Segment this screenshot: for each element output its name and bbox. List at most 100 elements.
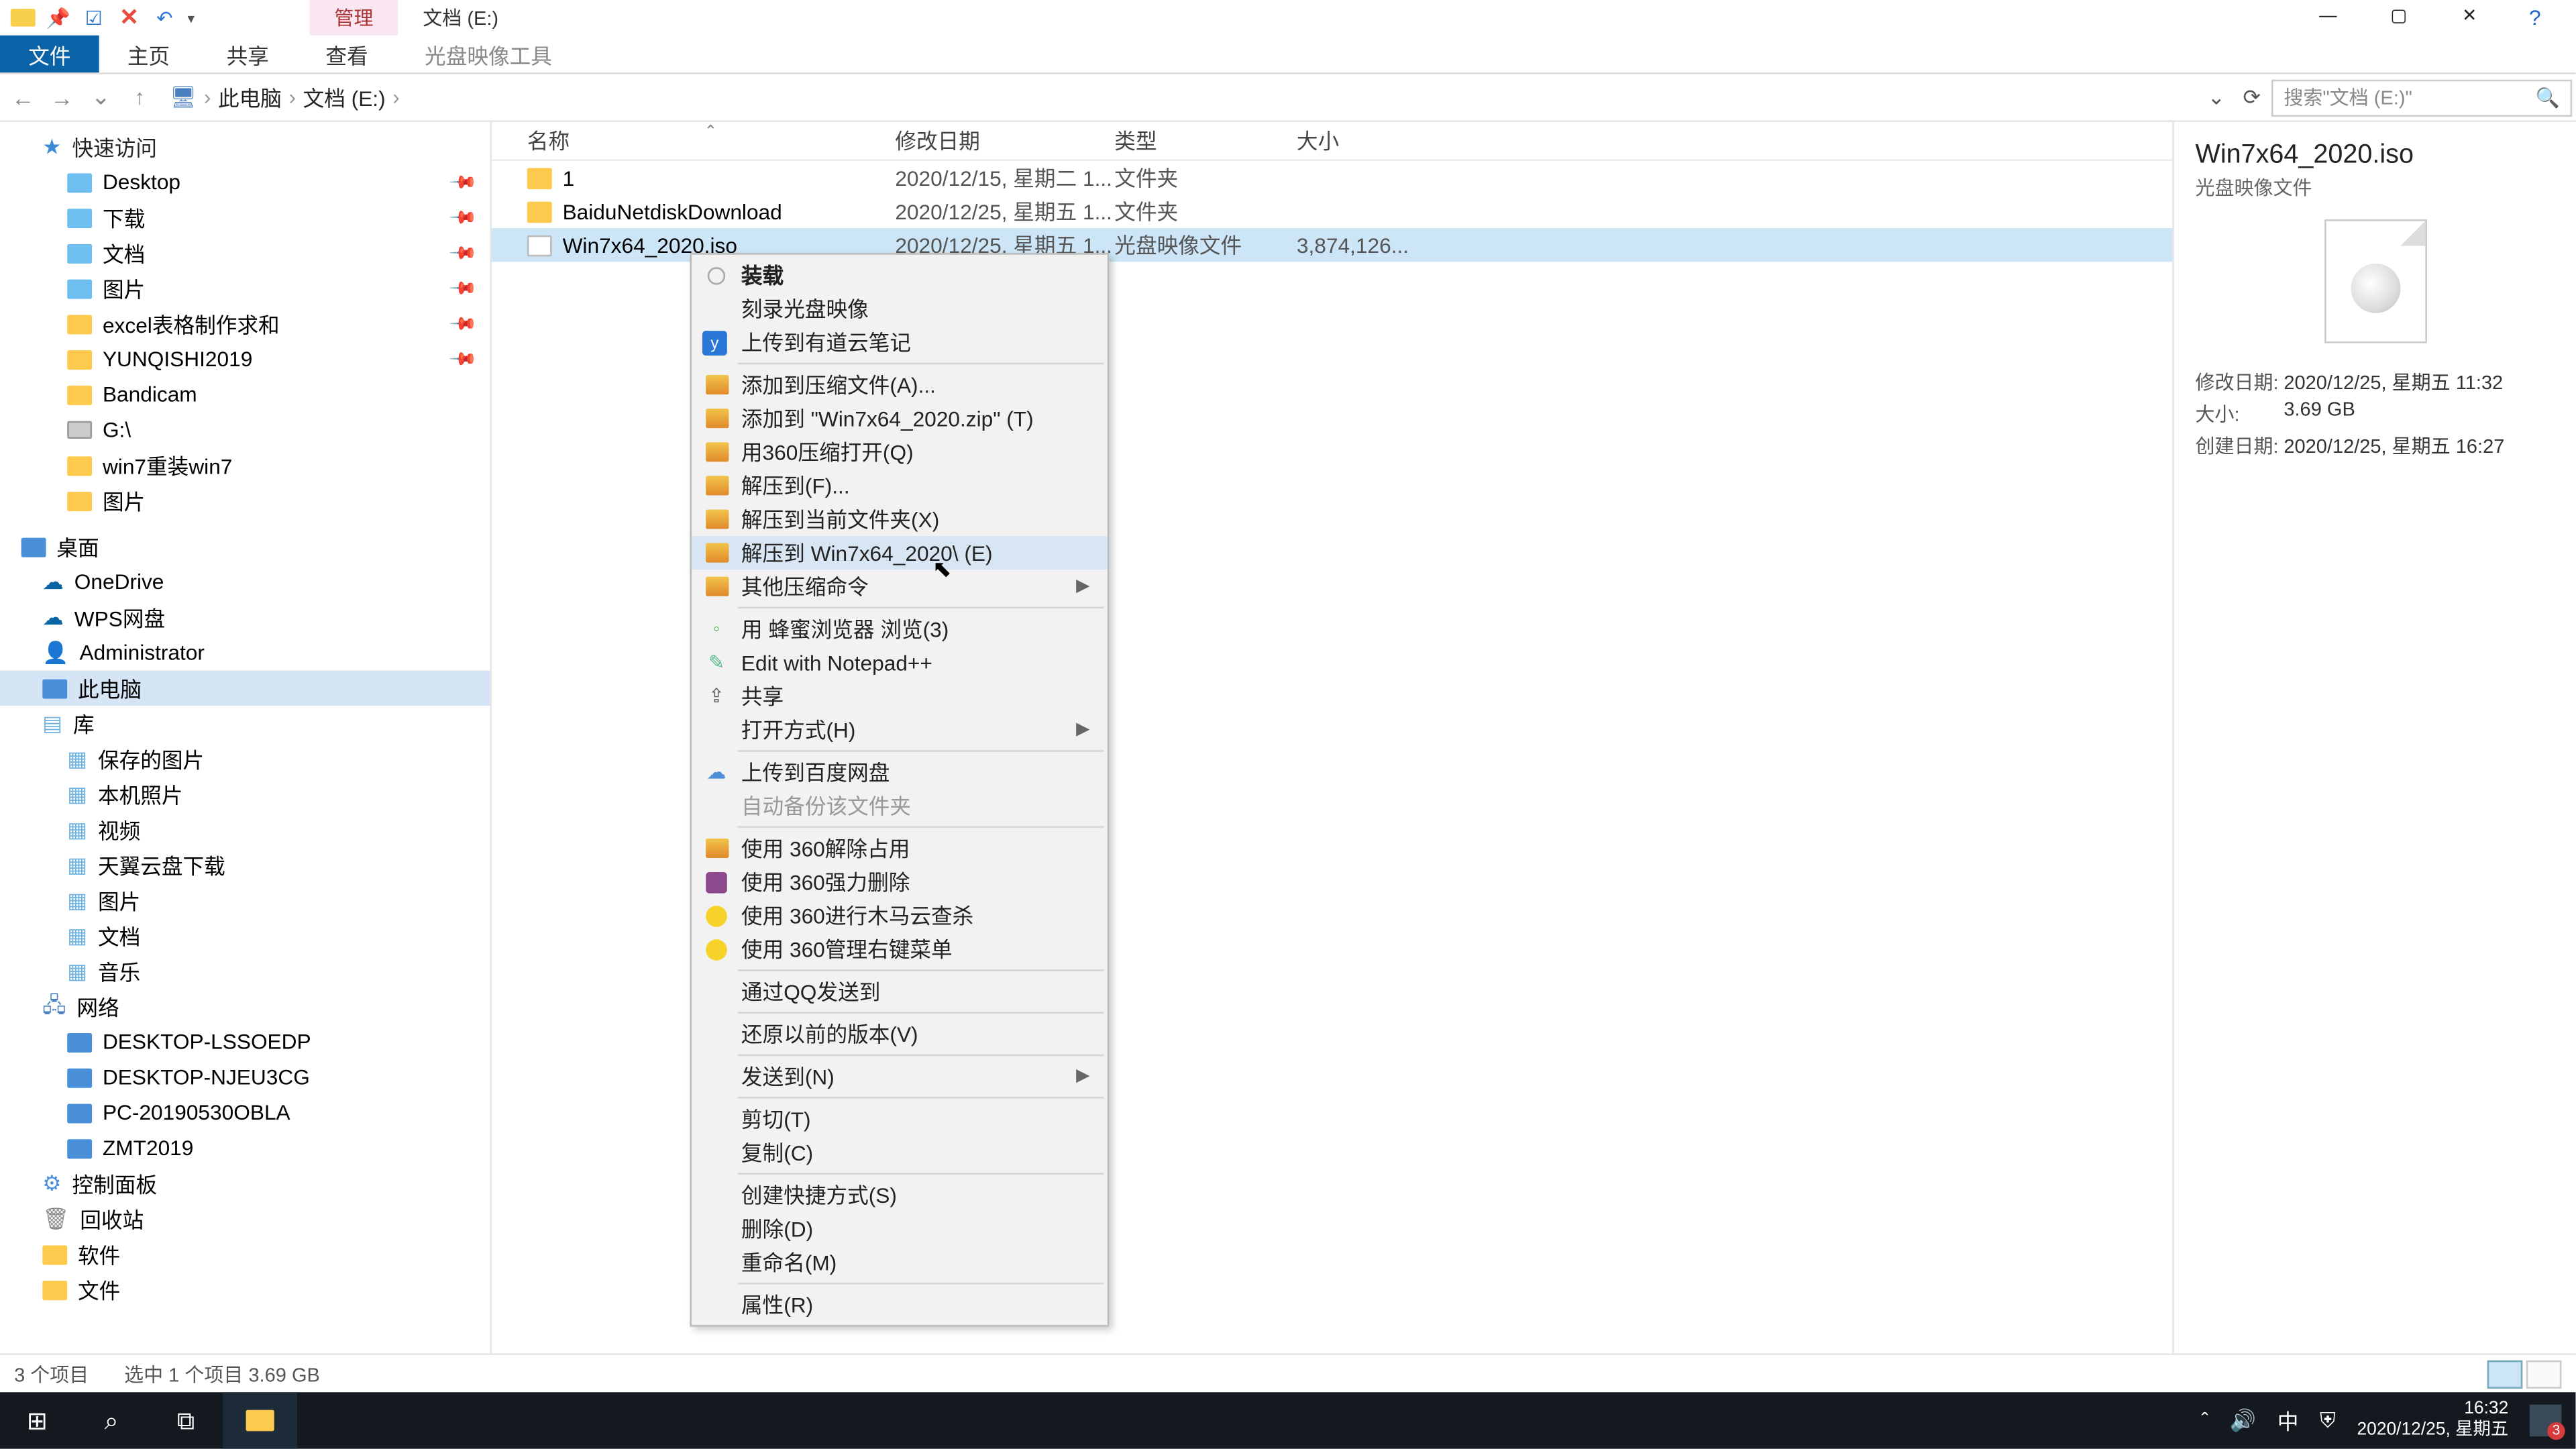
cmenu-delete[interactable]: 删除(D): [692, 1212, 1108, 1245]
contextual-tab-manage[interactable]: 管理: [310, 0, 398, 36]
navigation-tree[interactable]: ★快速访问 Desktop📌 下载📌 文档📌 图片📌 excel表格制作求和📌 …: [0, 122, 492, 1353]
cmenu-open-with[interactable]: 打开方式(H)▶: [692, 713, 1108, 747]
tree-item[interactable]: ▦视频: [0, 812, 490, 847]
file-row[interactable]: 1 2020/12/15, 星期二 1... 文件夹: [492, 161, 2172, 195]
cmenu-cut[interactable]: 剪切(T): [692, 1102, 1108, 1136]
view-icons-button[interactable]: [2526, 1360, 2562, 1388]
view-details-button[interactable]: [2487, 1360, 2523, 1388]
file-explorer-taskbar[interactable]: [223, 1392, 297, 1448]
cmenu-youdao[interactable]: y上传到有道云笔记: [692, 325, 1108, 359]
tab-view[interactable]: 查看: [297, 36, 396, 72]
cmenu-notepadpp[interactable]: ✎Edit with Notepad++: [692, 646, 1108, 680]
tree-item[interactable]: DESKTOP-NJEU3CG: [0, 1060, 490, 1095]
search-button[interactable]: ⌕: [74, 1392, 149, 1448]
tree-item[interactable]: 文件: [0, 1272, 490, 1307]
tree-item[interactable]: DESKTOP-LSSOEDP: [0, 1024, 490, 1060]
cmenu-send-to[interactable]: 发送到(N)▶: [692, 1060, 1108, 1093]
file-row[interactable]: BaiduNetdiskDownload 2020/12/25, 星期五 1..…: [492, 195, 2172, 228]
nav-up-button[interactable]: ↑: [120, 85, 159, 110]
column-headers[interactable]: 名称⌃ 修改日期 类型 大小: [492, 122, 2172, 161]
cmenu-copy[interactable]: 复制(C): [692, 1136, 1108, 1169]
tab-home[interactable]: 主页: [99, 36, 199, 72]
address-caret-icon[interactable]: ⌄: [2208, 85, 2226, 110]
tree-network[interactable]: 🖧网络: [0, 989, 490, 1024]
qat-pin-icon[interactable]: 📌: [46, 5, 71, 30]
tree-thispc[interactable]: 此电脑: [0, 670, 490, 706]
tree-item[interactable]: ZMT2019: [0, 1130, 490, 1166]
cmenu-360-delete[interactable]: 使用 360强力删除: [692, 865, 1108, 898]
cmenu-extract-to[interactable]: 解压到(F)...: [692, 469, 1108, 502]
cmenu-mount[interactable]: 装载: [692, 258, 1108, 292]
nav-recent-caret[interactable]: ⌄: [81, 83, 120, 111]
tree-item[interactable]: 图片: [0, 483, 490, 519]
col-name[interactable]: 名称⌃: [492, 125, 895, 156]
tree-item[interactable]: ▦本机照片: [0, 777, 490, 812]
volume-icon[interactable]: 🔊: [2230, 1408, 2256, 1433]
tree-onedrive[interactable]: ☁OneDrive: [0, 564, 490, 600]
tree-item[interactable]: YUNQISHI2019📌: [0, 341, 490, 377]
breadcrumb-drive[interactable]: 文档 (E:): [303, 83, 386, 113]
cmenu-properties[interactable]: 属性(R): [692, 1288, 1108, 1322]
task-view-button[interactable]: ⧉: [149, 1392, 223, 1448]
cmenu-add-zip[interactable]: 添加到 "Win7x64_2020.zip" (T): [692, 402, 1108, 435]
tree-item[interactable]: ▦文档: [0, 918, 490, 954]
tree-desktop[interactable]: 桌面: [0, 529, 490, 564]
tree-recycle[interactable]: 🗑回收站: [0, 1201, 490, 1237]
tree-item[interactable]: ▦音乐: [0, 953, 490, 989]
tree-item[interactable]: ▦天翼云盘下载: [0, 847, 490, 883]
tray-chevron-icon[interactable]: ˆ: [2201, 1408, 2208, 1433]
tree-item[interactable]: 图片📌: [0, 270, 490, 306]
cmenu-shortcut[interactable]: 创建快捷方式(S): [692, 1178, 1108, 1212]
cmenu-baidu[interactable]: ☁上传到百度网盘: [692, 755, 1108, 789]
tree-item[interactable]: excel表格制作求和📌: [0, 306, 490, 341]
cmenu-extract-folder[interactable]: 解压到 Win7x64_2020\ (E): [692, 536, 1108, 570]
tab-disc-tools[interactable]: 光盘映像工具: [396, 36, 580, 72]
tree-item[interactable]: ▦图片: [0, 883, 490, 918]
cmenu-extract-here[interactable]: 解压到当前文件夹(X): [692, 502, 1108, 536]
tree-user[interactable]: 👤Administrator: [0, 635, 490, 671]
cmenu-rename[interactable]: 重命名(M): [692, 1245, 1108, 1279]
action-center-button[interactable]: 3: [2530, 1405, 2561, 1436]
qat-undo-icon[interactable]: ↶: [152, 5, 177, 30]
search-input[interactable]: 搜索"文档 (E:)" 🔍: [2271, 78, 2572, 115]
qat-more-icon[interactable]: ▾: [188, 10, 195, 26]
tab-file[interactable]: 文件: [0, 36, 99, 72]
cmenu-honey[interactable]: ◦用 蜂蜜浏览器 浏览(3): [692, 612, 1108, 645]
close-button[interactable]: ✕: [2434, 0, 2505, 36]
file-list[interactable]: 名称⌃ 修改日期 类型 大小 1 2020/12/15, 星期二 1... 文件…: [492, 122, 2172, 1353]
ime-icon[interactable]: 中: [2277, 1405, 2299, 1436]
cmenu-qq-send[interactable]: 通过QQ发送到: [692, 975, 1108, 1008]
col-size[interactable]: 大小: [1297, 125, 1413, 156]
cmenu-360-unlock[interactable]: 使用 360解除占用: [692, 831, 1108, 865]
cmenu-burn[interactable]: 刻录光盘映像: [692, 292, 1108, 325]
tree-wps[interactable]: ☁WPS网盘: [0, 600, 490, 635]
cmenu-other-zip[interactable]: 其他压缩命令▶: [692, 570, 1108, 603]
tree-libraries[interactable]: ▤库: [0, 706, 490, 741]
tree-quick-access[interactable]: ★快速访问: [0, 129, 490, 165]
nav-back-button[interactable]: ←: [3, 84, 42, 111]
cmenu-open-360zip[interactable]: 用360压缩打开(Q): [692, 435, 1108, 469]
shield-icon[interactable]: ⛨: [2320, 1407, 2336, 1434]
tree-item[interactable]: win7重装win7: [0, 447, 490, 483]
qat-check-icon[interactable]: ☑: [81, 5, 106, 30]
taskbar-clock[interactable]: 16:32 2020/12/25, 星期五: [2357, 1399, 2509, 1442]
tree-item[interactable]: 文档📌: [0, 235, 490, 271]
help-button[interactable]: ?: [2505, 0, 2575, 36]
nav-forward-button[interactable]: →: [42, 84, 81, 111]
tree-item[interactable]: Bandicam: [0, 377, 490, 413]
breadcrumb[interactable]: 🖥 › 此电脑 › 文档 (E:) ›: [159, 83, 2196, 113]
cmenu-share[interactable]: ⇪共享: [692, 680, 1108, 713]
tab-share[interactable]: 共享: [198, 36, 297, 72]
tree-item[interactable]: 软件: [0, 1236, 490, 1272]
minimize-button[interactable]: —: [2293, 0, 2363, 36]
tree-item[interactable]: PC-20190530OBLA: [0, 1095, 490, 1130]
tree-item[interactable]: G:\: [0, 412, 490, 447]
cmenu-add-archive[interactable]: 添加到压缩文件(A)...: [692, 368, 1108, 401]
start-button[interactable]: ⊞: [0, 1392, 74, 1448]
qat-delete-icon[interactable]: ✕: [117, 5, 142, 30]
tree-item[interactable]: Desktop📌: [0, 164, 490, 200]
cmenu-restore[interactable]: 还原以前的版本(V): [692, 1017, 1108, 1051]
tree-item[interactable]: 下载📌: [0, 200, 490, 235]
tree-item[interactable]: ▦保存的图片: [0, 741, 490, 777]
refresh-button[interactable]: ⟳: [2243, 85, 2261, 110]
